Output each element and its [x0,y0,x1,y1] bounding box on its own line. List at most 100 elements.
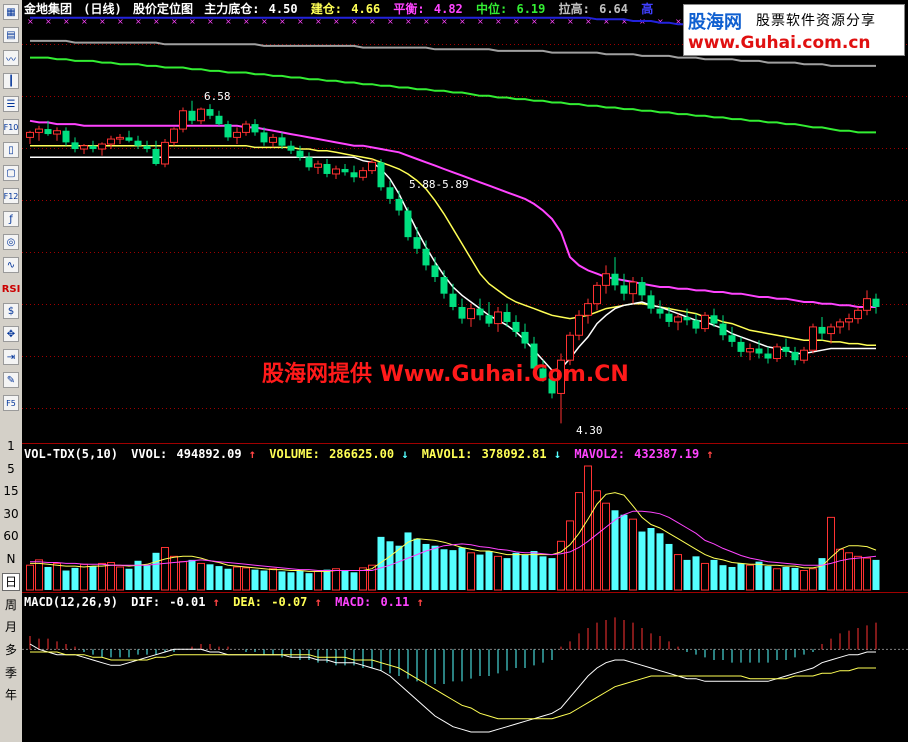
formula-icon[interactable]: ƒ [3,211,19,227]
volume-bar-91 [836,548,844,591]
volume-bar-56 [521,554,529,590]
site-logo[interactable]: 股海网 股票软件资源分享 www.Guhai.com.cn [683,4,905,56]
volume-bar-73 [674,554,682,591]
pencil-icon[interactable]: ✎ [3,372,19,388]
notes-icon[interactable]: ▢ [3,165,19,181]
candle-body-21 [206,109,214,116]
volume-bar-64 [593,490,601,591]
vol-indicator-name: VOL-TDX(5,10) [24,447,118,461]
candle-body-45 [422,248,430,266]
volume-bar-11 [116,566,124,591]
candle-body-35 [332,168,340,175]
candle-body-82 [755,348,763,354]
volume-bar-65 [602,502,610,591]
period-5[interactable]: 60 [2,527,20,545]
period-7[interactable]: 日 [2,572,20,591]
candle-body-87 [800,349,808,361]
f5-icon[interactable]: F5 [3,395,19,411]
mavol2-label: MAVOL2: [574,447,625,461]
candle-body-26 [251,124,259,133]
period-4[interactable]: 30 [2,505,20,523]
volume-bar-46 [431,545,439,590]
candle-body-13 [134,140,142,146]
period-2[interactable]: 5 [2,460,20,478]
candle-body-44 [413,237,421,249]
table-icon[interactable]: ▤ [3,27,19,43]
candle-body-22 [215,115,223,125]
period-11[interactable]: 季 [2,663,20,681]
candle-body-2 [35,128,43,133]
f10-icon[interactable]: F10 [3,119,19,135]
candle-body-65 [602,273,610,286]
candle-body-89 [818,326,826,334]
document-icon[interactable]: ▯ [3,142,19,158]
candle-body-30 [287,145,295,151]
magnifier-icon[interactable]: ◎ [3,234,19,250]
volume-bar-60 [557,540,565,591]
grid-icon[interactable]: ▦ [3,4,19,20]
candle-body-55 [512,321,520,332]
volume-bar-10 [107,562,115,591]
volume-bar-19 [188,559,196,590]
candle-body-75 [692,320,700,329]
volume-bar-57 [530,551,538,590]
volume-bar-40 [377,536,385,590]
candle-body-63 [584,303,592,316]
line-chart-icon[interactable]: 〰 [3,50,19,66]
period-10[interactable]: 多 [2,640,20,658]
exit-icon[interactable]: ⇥ [3,349,19,365]
period-label: (日线) [83,1,121,16]
period-12[interactable]: 年 [2,686,20,704]
move-icon[interactable]: ✥ [3,326,19,342]
candle-body-34 [323,163,331,174]
wave-icon[interactable]: ∿ [3,257,19,273]
volume-bar-86 [791,567,799,590]
candle-body-12 [125,137,133,141]
candle-body-67 [620,285,628,294]
volume-bar-90 [827,516,835,591]
candle-body-80 [737,341,745,352]
period-3[interactable]: 15 [2,482,20,500]
macd-value: 0.11 [380,595,409,609]
candle-body-53 [494,311,502,325]
rsi-icon[interactable]: RSI [2,280,21,298]
balance-label: 平衡: [393,1,424,16]
volume-bar-52 [485,551,493,590]
volume-bar-28 [269,568,277,591]
dollar-icon[interactable]: $ [3,303,19,319]
candle-chart-icon[interactable]: ┃ [3,73,19,89]
candle-body-41 [386,187,394,199]
volume-bar-22 [215,566,223,590]
candle-body-29 [278,137,286,146]
candle-body-74 [683,316,691,321]
candle-body-86 [791,351,799,361]
volume-bar-47 [440,549,448,590]
candle-body-18 [179,110,187,130]
volume-bar-2 [35,559,43,591]
volume-bar-95 [872,559,880,590]
period-6[interactable]: N [2,550,20,568]
f12-icon[interactable]: F12 [3,188,19,204]
volume-bar-53 [494,555,502,591]
volume-bar-51 [476,554,484,590]
candle-body-14 [143,145,151,150]
list-icon[interactable]: ☰ [3,96,19,112]
candle-body-15 [152,149,160,164]
indicator-name: 股价定位图 [133,1,193,16]
volume-bar-82 [755,561,763,590]
volume-bar-88 [809,568,817,591]
period-1[interactable]: 1 [2,437,20,455]
volume-bar-14 [143,565,151,590]
candle-body-81 [746,348,754,353]
volume-bar-31 [296,570,304,590]
period-9[interactable]: 月 [2,618,20,636]
macd-label: MACD: [335,595,371,609]
period-8[interactable]: 周 [2,595,20,613]
mid-value: 6.19 [516,2,545,16]
volume-bar-25 [242,567,250,591]
mavol1-label: MAVOL1: [422,447,473,461]
volume-bar-67 [620,514,628,590]
volume-bar-62 [575,492,583,591]
candle-body-48 [449,293,457,307]
candle-body-20 [197,108,205,122]
